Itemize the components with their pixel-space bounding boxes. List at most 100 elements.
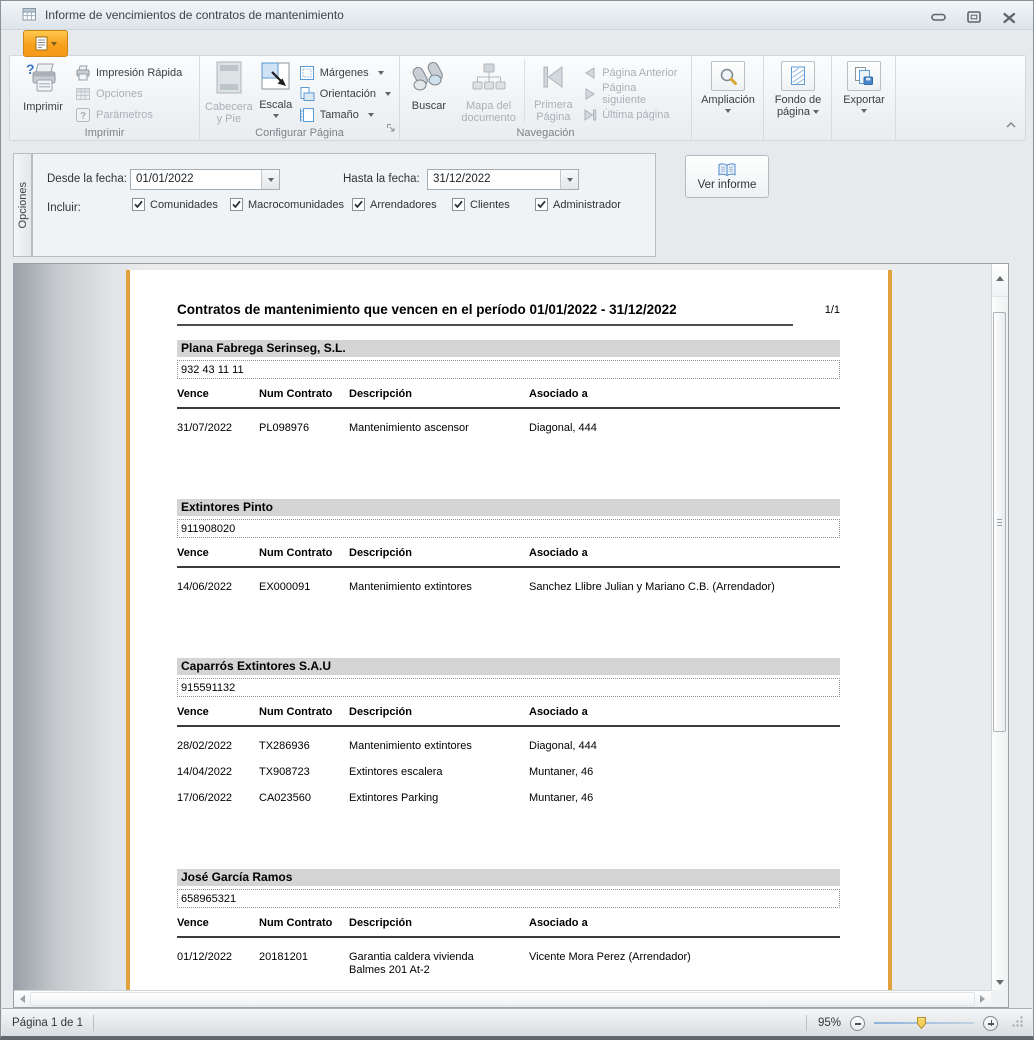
binoculars-icon [411,61,447,97]
first-page-button: Primera Página [524,59,581,123]
options-tab[interactable]: Opciones [13,153,32,257]
vertical-scrollbar[interactable] [991,264,1008,990]
include-checkbox[interactable]: Macrocomunidades [230,198,344,211]
cell: Sanchez Llibre Julian y Mariano C.B. (Ar… [529,581,840,594]
ribbon-group-fondo: Fondo de página [764,56,832,140]
checkbox-label: Administrador [553,199,621,211]
previous-page-icon [583,66,597,80]
include-checkbox[interactable]: Clientes [452,198,510,211]
to-date-combo[interactable]: 31/12/2022 [427,169,579,190]
arrow-down-icon[interactable] [996,980,1004,985]
include-checkbox[interactable]: Arrendadores [352,198,437,211]
document-map-button: Mapa del documento [455,59,523,124]
column-header: Num Contrato [259,547,349,559]
arrow-left-icon[interactable] [20,995,25,1003]
resize-grip[interactable] [1011,1015,1024,1031]
collapse-ribbon-button[interactable] [1005,116,1017,134]
horizontal-scrollbar-thumb[interactable] [30,992,975,1006]
cell: 14/04/2022 [177,766,259,779]
margins-button[interactable]: Márgenes [297,62,397,83]
scale-button[interactable]: Escala [255,59,297,118]
cell: Extintores Parking [349,792,529,805]
print-options-button: Opciones [73,83,188,104]
next-page-button: Página siguiente [581,83,689,104]
header-footer-button: Cabecera y Pie [203,59,255,125]
zoom-in-button[interactable] [983,1016,998,1031]
cell: Extintores escalera [349,766,529,779]
view-report-label: Ver informe [698,179,757,191]
table-row: 31/07/2022 PL098976 Mantenimiento ascens… [177,409,840,435]
checkbox-checked-icon [230,198,243,211]
zoom-slider[interactable] [874,1015,974,1031]
printer-icon: ? [25,61,61,98]
section-phone: 911908020 [177,519,840,538]
column-header: Vence [177,706,259,718]
column-header: Descripción [349,917,529,929]
from-date-value: 01/01/2022 [136,173,194,185]
chevron-down-icon [861,109,867,113]
app-menu-button[interactable] [23,30,68,57]
book-icon [718,163,736,177]
close-button[interactable] [1002,12,1017,24]
last-page-icon [583,108,597,122]
ribbon-group-exportar: Exportar [832,56,896,140]
maximize-button[interactable] [967,11,982,24]
zoom-out-button[interactable] [850,1016,865,1031]
search-button[interactable]: Buscar [403,59,455,112]
column-header: Asociado a [529,706,840,718]
cell: PL098976 [259,422,349,435]
section-phone: 932 43 11 11 [177,360,840,379]
quick-print-button[interactable]: Impresión Rápida [73,62,188,83]
column-header: Num Contrato [259,388,349,400]
cell: 31/07/2022 [177,422,259,435]
include-checkbox[interactable]: Administrador [535,198,621,211]
view-report-button[interactable]: Ver informe [685,155,769,198]
column-header: Descripción [349,706,529,718]
options-tab-label: Opciones [17,182,29,228]
section-company: José García Ramos [177,869,840,886]
cell: Diagonal, 444 [529,422,840,435]
from-date-label: Desde la fecha: [47,173,127,185]
from-date-dropdown-button[interactable] [261,170,279,189]
include-checkbox[interactable]: Comunidades [132,198,218,211]
zoom-button[interactable]: Ampliación [699,59,757,113]
section-rows: 14/06/2022 EX000091 Mantenimiento extint… [177,568,840,594]
scrollbar-corner [991,990,1008,1007]
scroll-up-button[interactable] [992,264,1008,297]
section-rows: 31/07/2022 PL098976 Mantenimiento ascens… [177,409,840,435]
horizontal-scrollbar[interactable] [14,990,991,1007]
checkbox-label: Clientes [470,199,510,211]
page-background-button[interactable]: Fondo de página [773,59,823,118]
minimize-button[interactable] [931,13,947,22]
chevron-down-icon [378,71,384,75]
ribbon-group-configurar-pagina: Cabecera y Pie Escala Márgenes Orientaci… [200,56,400,140]
export-button[interactable]: Exportar [841,59,887,113]
table-row: 17/06/2022 CA023560 Extintores Parking M… [177,779,840,805]
status-bar: Página 1 de 1 95% [2,1008,1032,1037]
chevron-down-icon [813,110,819,114]
table-row: 01/12/2022 20181201 Garantia caldera viv… [177,938,840,977]
cell: 14/06/2022 [177,581,259,594]
table-header: Vence Num Contrato Descripción Asociado … [177,388,840,409]
print-button[interactable]: ? Imprimir [13,59,73,113]
to-date-label: Hasta la fecha: [343,173,420,185]
dialog-launcher-button[interactable] [386,120,396,138]
section-phone: 658965321 [177,889,840,908]
zoom-slider-thumb[interactable] [916,1016,927,1033]
report-section: Caparrós Extintores S.A.U 915591132 Venc… [177,658,840,805]
from-date-combo[interactable]: 01/01/2022 [130,169,280,190]
arrow-right-icon[interactable] [980,995,985,1003]
chevron-down-icon [273,114,279,118]
orientation-button[interactable]: Orientación [297,83,397,104]
to-date-dropdown-button[interactable] [560,170,578,189]
cell: 01/12/2022 [177,951,259,977]
section-table: Vence Num Contrato Descripción Asociado … [177,388,840,435]
parameters-button: ? Parámetros [73,104,188,125]
vertical-scrollbar-thumb[interactable] [993,312,1006,732]
checkbox-checked-icon [535,198,548,211]
section-rows: 01/12/2022 20181201 Garantia caldera viv… [177,938,840,977]
cell: Diagonal, 444 [529,740,840,753]
column-header: Asociado a [529,547,840,559]
size-button[interactable]: Tamaño [297,104,397,125]
preview-area: Contratos de mantenimiento que vencen en… [13,263,1009,1008]
